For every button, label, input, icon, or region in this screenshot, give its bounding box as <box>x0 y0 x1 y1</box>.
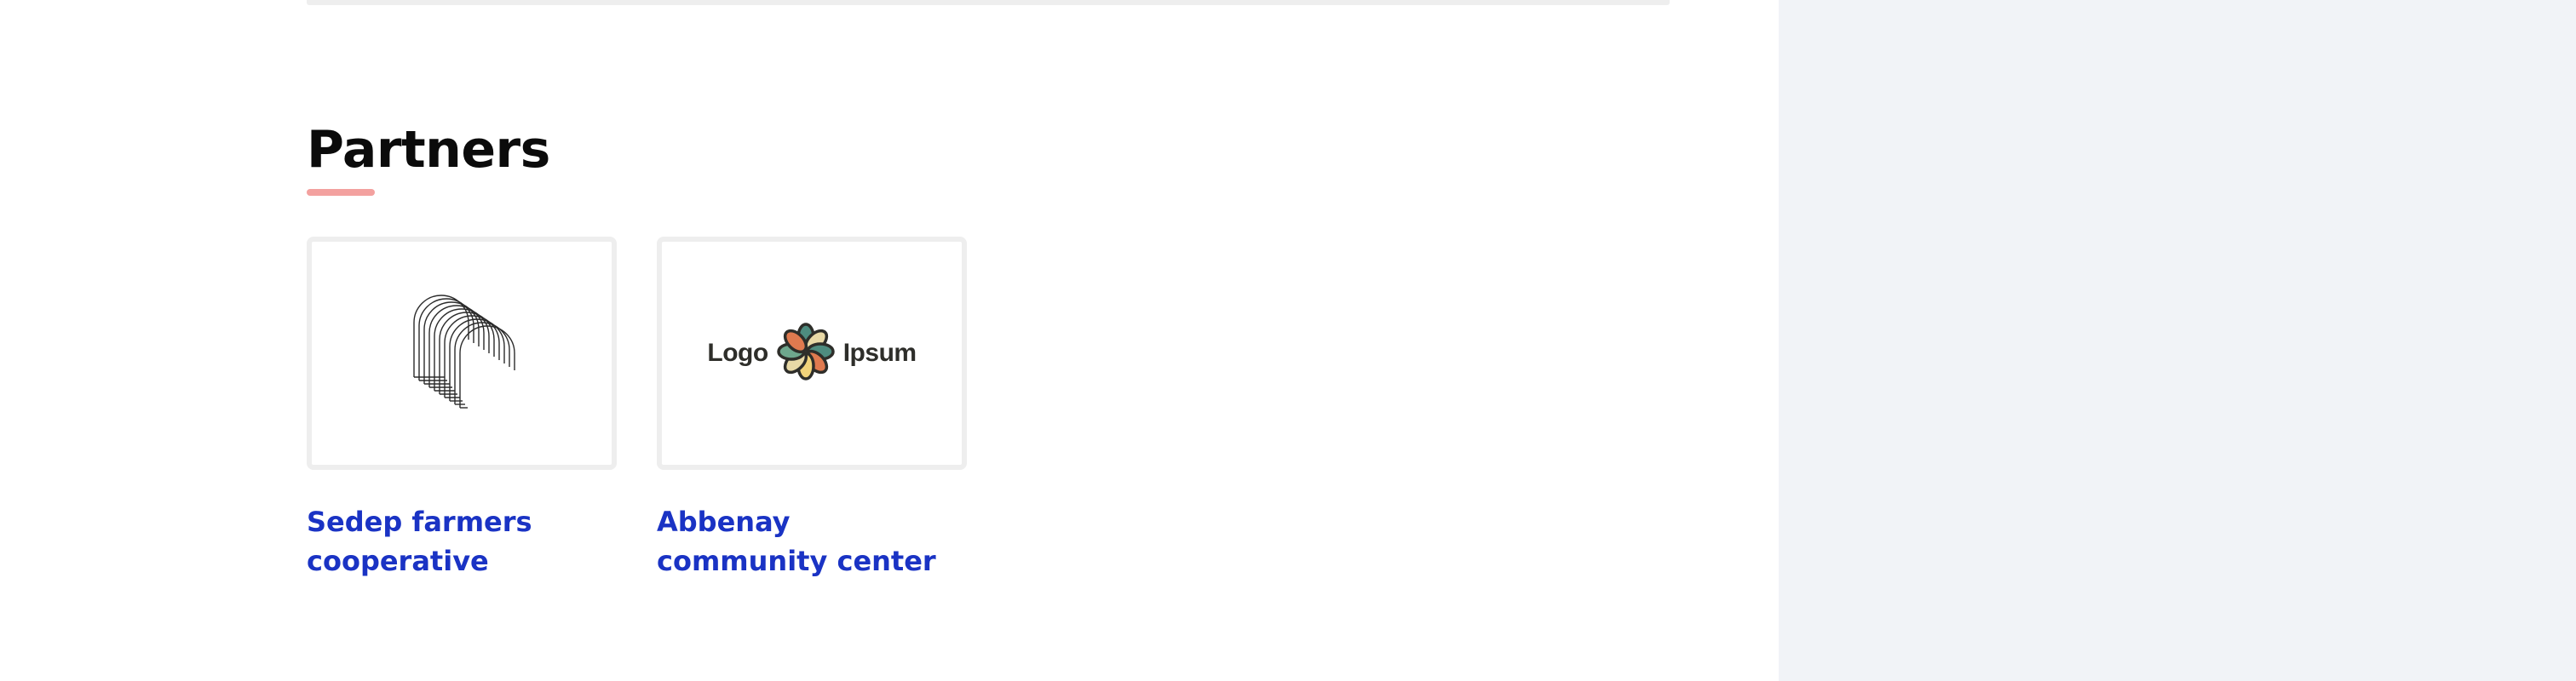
concentric-arches-logo-icon <box>394 283 530 424</box>
partner-name-link[interactable]: Sedep farmers cooperative <box>307 502 617 581</box>
partner-card: Logo Ipsum Abbenay community center <box>657 237 967 581</box>
partner-logo-link[interactable] <box>307 237 617 470</box>
partner-logo-link[interactable]: Logo Ipsum <box>657 237 967 470</box>
logo-ipsum: Logo Ipsum <box>707 319 917 388</box>
section-divider <box>307 0 1670 5</box>
flower-logo-icon <box>773 319 838 388</box>
page: Partners Sedep farmers cooperative Logo <box>0 0 2576 681</box>
main-content: Partners Sedep farmers cooperative Logo <box>0 0 1779 681</box>
sidebar-panel <box>1779 0 2576 681</box>
partner-card: Sedep farmers cooperative <box>307 237 617 581</box>
logo-text-right: Ipsum <box>842 339 917 367</box>
partner-name-link[interactable]: Abbenay community center <box>657 502 967 581</box>
title-underline <box>307 189 375 196</box>
section-title: Partners <box>307 120 550 180</box>
logo-text-left: Logo <box>707 339 768 367</box>
